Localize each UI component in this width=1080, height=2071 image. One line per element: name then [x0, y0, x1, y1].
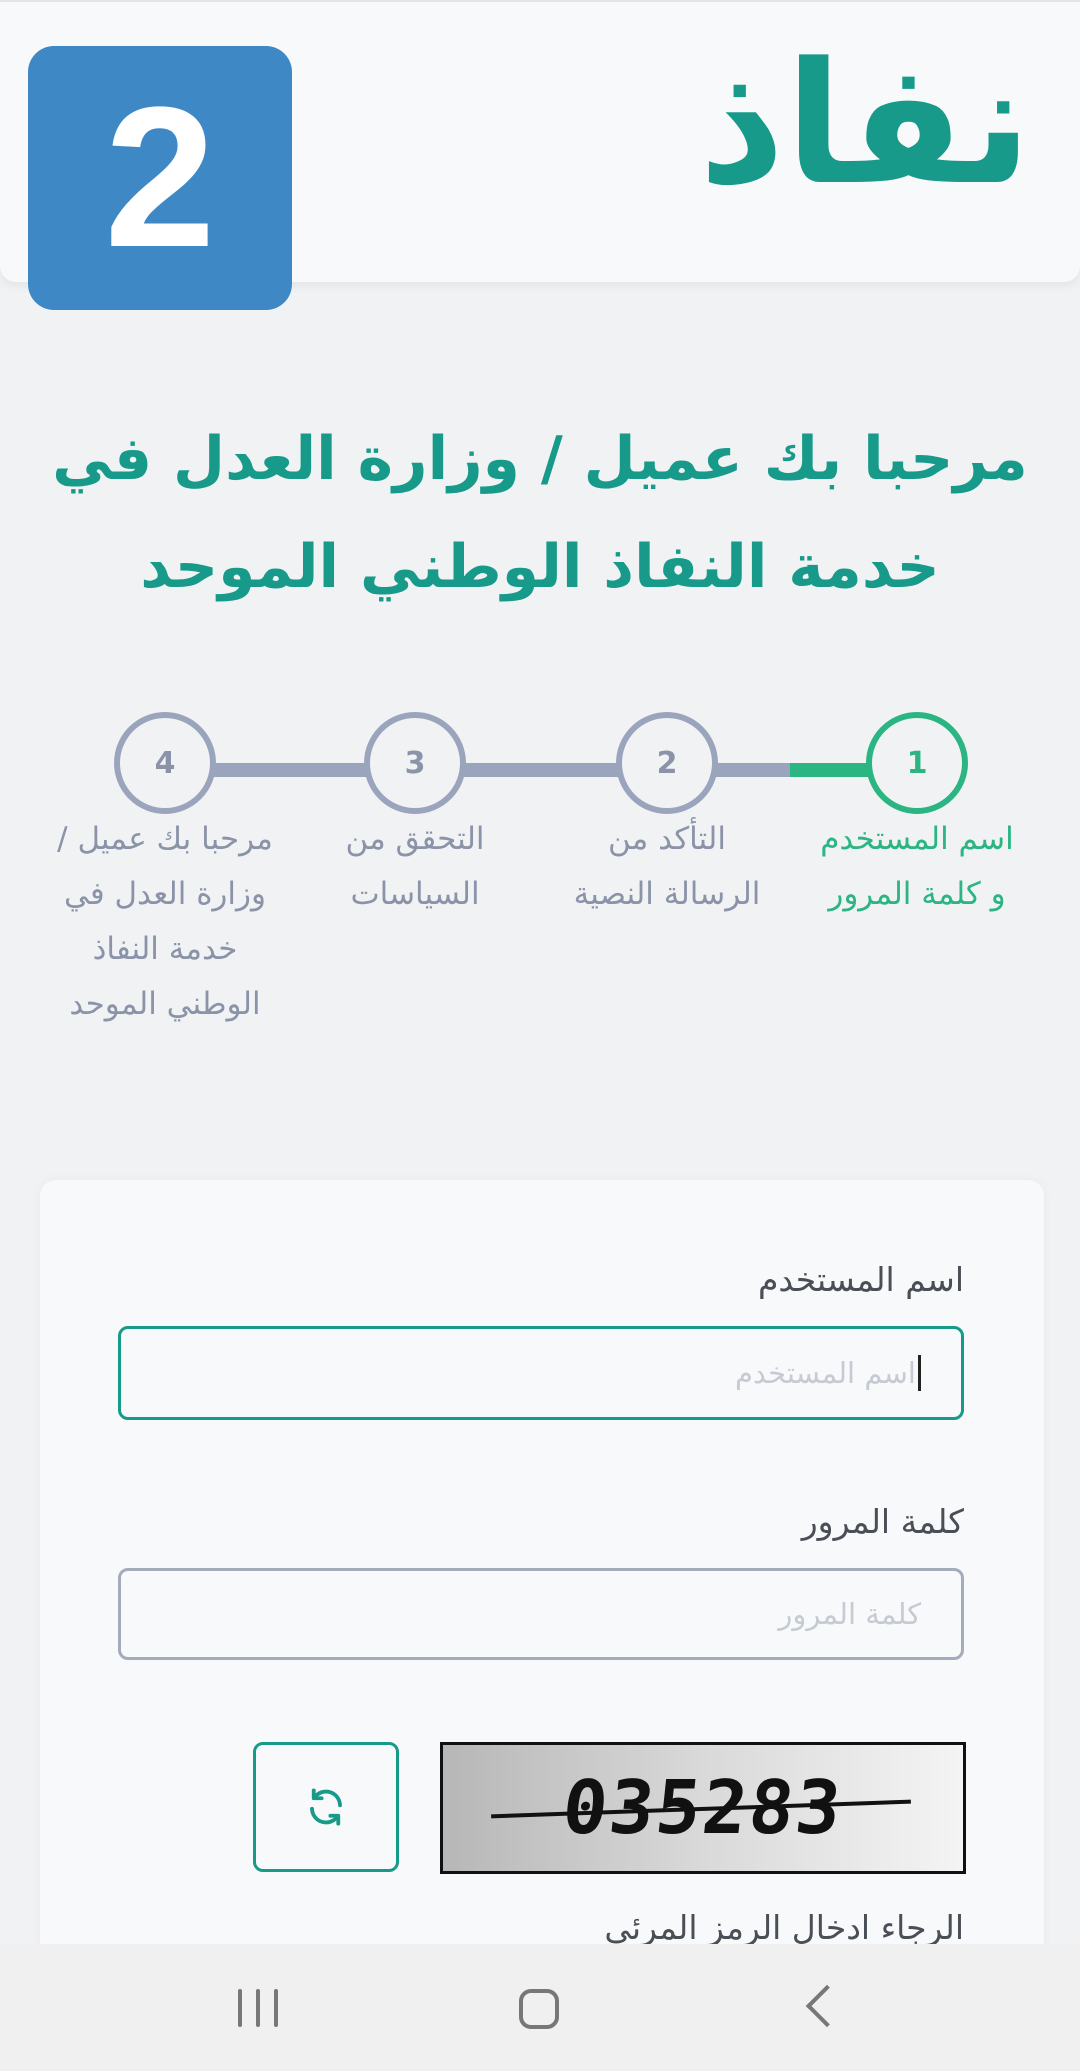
- step-4-label-line-3: خدمة النفاذ: [92, 931, 238, 967]
- step-1-label: اسم المستخدم و كلمة المرور: [797, 812, 1037, 922]
- welcome-line-1: مرحبا بك عميل / وزارة العدل في: [52, 424, 1028, 494]
- welcome-title: مرحبا بك عميل / وزارة العدل في خدمة النف…: [10, 405, 1070, 621]
- refresh-captcha-button[interactable]: [253, 1742, 399, 1872]
- step-3-circle: 3: [364, 712, 466, 814]
- step-4-circle: 4: [114, 712, 216, 814]
- step-3-label-line-1: التحقق من: [345, 821, 485, 857]
- recent-apps-icon[interactable]: [238, 1989, 278, 2027]
- step-2-label: التأكد من الرسالة النصية: [547, 812, 787, 922]
- step-4-label-line-2: وزارة العدل في: [64, 876, 266, 912]
- system-nav-bar: [0, 1944, 1080, 2071]
- nafath-logo: نفاذ: [698, 26, 1032, 222]
- text-caret: [918, 1355, 921, 1391]
- captcha-image: 035283: [440, 1742, 966, 1874]
- username-label: اسم المستخدم: [757, 1260, 964, 1299]
- step-3-label: التحقق من السياسات: [295, 812, 535, 922]
- step-2-label-line-2: الرسالة النصية: [573, 876, 761, 912]
- step-4-label-line-4: الوطني الموحد: [69, 986, 261, 1022]
- home-icon[interactable]: [519, 1989, 559, 2029]
- back-icon[interactable]: [805, 1984, 849, 2028]
- password-placeholder: كلمة المرور: [778, 1597, 921, 1631]
- captcha-hint-label: الرجاء ادخال الرمز المرئي: [604, 1908, 964, 1947]
- step-3-label-line-2: السياسات: [350, 876, 480, 912]
- step-4-label-line-1: مرحبا بك عميل /: [57, 821, 273, 857]
- step-1-circle: 1: [866, 712, 968, 814]
- login-form-card: اسم المستخدم اسم المستخدم كلمة المرور كل…: [40, 1180, 1044, 2071]
- username-input[interactable]: اسم المستخدم: [118, 1326, 964, 1420]
- password-input[interactable]: كلمة المرور: [118, 1568, 964, 1660]
- step-number-badge: 2: [28, 46, 292, 310]
- step-1-label-line-1: اسم المستخدم: [820, 821, 1014, 857]
- welcome-line-2: خدمة النفاذ الوطني الموحد: [140, 532, 940, 602]
- password-label: كلمة المرور: [801, 1502, 964, 1541]
- step-1-label-line-2: و كلمة المرور: [828, 876, 1006, 912]
- step-2-label-line-1: التأكد من: [608, 821, 726, 857]
- progress-stepper: 4 3 2 1 اسم المستخدم و كلمة المرور التأك…: [0, 700, 1080, 1040]
- step-4-label: مرحبا بك عميل / وزارة العدل في خدمة النف…: [45, 812, 285, 1032]
- step-2-circle: 2: [616, 712, 718, 814]
- refresh-icon: [310, 1788, 342, 1826]
- username-placeholder: اسم المستخدم: [734, 1356, 916, 1390]
